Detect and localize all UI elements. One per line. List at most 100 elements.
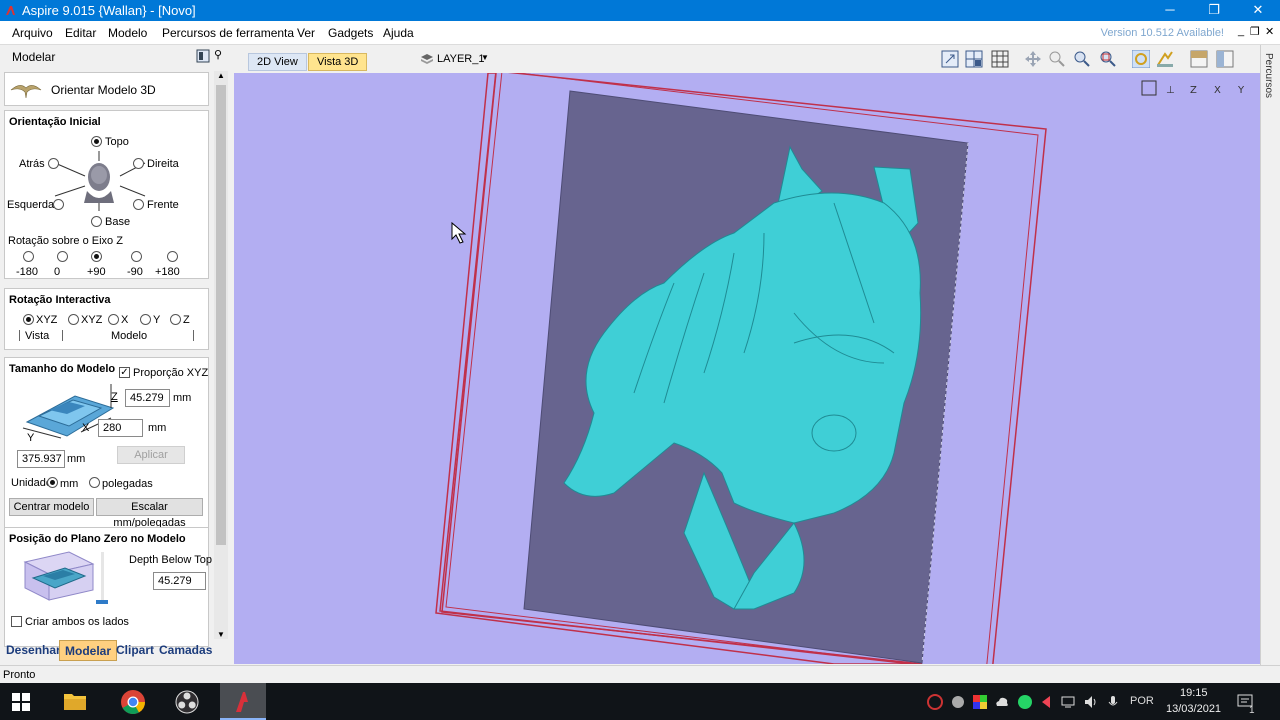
tab-modelar[interactable]: Modelar [59, 640, 118, 661]
version-available-link[interactable]: Version 10.512 Available! [1101, 27, 1224, 39]
unit-inch-radio[interactable] [89, 477, 100, 488]
irot-y-label: Y [153, 314, 161, 326]
apply-button[interactable]: Aplicar [117, 446, 185, 464]
chevron-down-icon[interactable]: ▼ [481, 53, 489, 62]
tab-clipart[interactable]: Clipart [111, 640, 159, 661]
x-size-input[interactable]: 280 [98, 419, 143, 437]
zoom-box-icon[interactable] [1073, 50, 1091, 68]
left-panel-scroll-thumb[interactable] [216, 85, 226, 545]
mdi-restore-button[interactable]: ❐ [1250, 25, 1260, 38]
group-separator [19, 330, 20, 341]
unit-mm-radio[interactable] [47, 477, 58, 488]
aspire-app-icon [6, 6, 15, 15]
both-sides-checkbox[interactable] [11, 616, 22, 627]
3d-viewport[interactable]: ⊥ Z X Y [234, 73, 1260, 664]
menu-modelo[interactable]: Modelo [108, 26, 147, 40]
panel-dock-icon[interactable] [196, 49, 210, 63]
menu-ajuda[interactable]: Ajuda [383, 26, 414, 40]
taskbar-file-explorer[interactable] [52, 683, 98, 720]
center-model-button[interactable]: Centrar modelo [9, 498, 94, 516]
tray-whatsapp-icon[interactable] [1017, 694, 1033, 710]
tab-2d-view[interactable]: 2D View [248, 53, 307, 71]
zoom-selected-icon[interactable] [1099, 50, 1117, 68]
zrot-plus180-radio[interactable] [167, 251, 178, 262]
interactive-rotation-box: Rotação Interactiva XYZ XYZ X Y Z Vista … [4, 288, 209, 350]
menu-percursos[interactable]: Percursos de ferramenta [162, 26, 294, 40]
zrot-0-radio[interactable] [57, 251, 68, 262]
volume-icon[interactable] [1083, 694, 1099, 710]
irot-z-label: Z [183, 314, 190, 326]
zrot-minus180-radio[interactable] [23, 251, 34, 262]
mdi-minimize-button[interactable]: _ [1238, 25, 1244, 37]
scroll-down-icon[interactable]: ▼ [217, 630, 225, 639]
menu-editar[interactable]: Editar [65, 26, 96, 40]
proportion-label: Proporção XYZ [133, 367, 209, 379]
toolpath-preview-icon[interactable] [1156, 50, 1174, 68]
taskbar-obs[interactable] [164, 683, 210, 720]
y-size-input[interactable]: 375.937 [17, 450, 65, 468]
panel-pin-icon[interactable]: ⚲ [214, 48, 222, 61]
tab-desenhar[interactable]: Desenhar [1, 640, 66, 661]
toolpaths-side-tab[interactable]: Percursos [1260, 45, 1280, 665]
zrot-minus90-radio[interactable] [131, 251, 142, 262]
depth-slider-handle[interactable] [96, 600, 108, 604]
irot-z-radio[interactable] [170, 314, 181, 325]
input-language[interactable]: POR [1130, 695, 1154, 707]
zoom-in-icon[interactable] [1048, 50, 1066, 68]
zrot-plus90-radio[interactable] [91, 251, 102, 262]
split-vertical-icon[interactable] [1216, 50, 1234, 68]
view-grid-icon[interactable] [965, 50, 983, 68]
mdi-close-button[interactable]: ✕ [1265, 25, 1274, 38]
orient-front-radio[interactable] [133, 199, 144, 210]
menu-gadgets[interactable]: Gadgets [328, 26, 373, 40]
menu-arquivo[interactable]: Arquivo [12, 26, 53, 40]
tray-cloud-icon[interactable] [994, 694, 1010, 710]
layer-dropdown[interactable]: LAYER_1 [437, 53, 485, 65]
irot-y-radio[interactable] [140, 314, 151, 325]
tab-3d-view[interactable]: Vista 3D [308, 53, 368, 71]
network-icon[interactable] [1060, 694, 1076, 710]
minimize-button[interactable]: ─ [1148, 0, 1192, 21]
grid-icon[interactable] [991, 50, 1009, 68]
scroll-up-icon[interactable]: ▲ [217, 71, 225, 80]
depth-label: Depth Below Top [129, 554, 212, 566]
orient-left-radio[interactable] [53, 199, 64, 210]
z-size-input[interactable]: 45.279 [125, 389, 170, 407]
pan-icon[interactable] [1024, 50, 1042, 68]
split-horizontal-icon[interactable] [1190, 50, 1208, 68]
proportion-checkbox[interactable]: ✓ [119, 367, 130, 378]
tab-camadas[interactable]: Camadas [154, 640, 217, 661]
tool-title: Orientar Modelo 3D [51, 83, 156, 97]
y-axis-label: Y [27, 432, 35, 444]
toolpaths-tab-label[interactable]: Percursos [1263, 53, 1274, 98]
microphone-icon[interactable] [1105, 694, 1121, 710]
taskbar-chrome[interactable] [110, 683, 156, 720]
rotate-view-icon[interactable] [1132, 50, 1150, 68]
depth-input[interactable]: 45.279 [153, 572, 206, 590]
irot-x-radio[interactable] [108, 314, 119, 325]
orient-back-radio[interactable] [48, 158, 59, 169]
tray-colorful-icon[interactable] [972, 694, 988, 710]
windows-start-icon[interactable] [12, 693, 30, 711]
orient-right-radio[interactable] [133, 158, 144, 169]
menu-bar: Arquivo Editar Modelo Percursos de ferra… [0, 21, 1280, 45]
menu-ver[interactable]: Ver [297, 26, 315, 40]
orient-base-radio[interactable] [91, 216, 102, 227]
close-button[interactable]: ✕ [1236, 0, 1280, 21]
orient-top-radio[interactable] [91, 136, 102, 147]
layer-icon [421, 54, 433, 64]
3d-scene[interactable]: ⊥ Z X Y [234, 73, 1260, 664]
tray-app-icon[interactable] [927, 694, 943, 710]
scale-units-button[interactable]: Escalar mm/polegadas [96, 498, 203, 529]
tray-circle-icon[interactable] [950, 694, 966, 710]
irot-xyz-view-radio[interactable] [23, 314, 34, 325]
taskbar-aspire[interactable] [220, 683, 266, 720]
irot-xyz-model-radio[interactable] [68, 314, 79, 325]
depth-slider-track[interactable] [101, 552, 104, 604]
zoom-extents-icon[interactable] [941, 50, 959, 68]
clock-time[interactable]: 19:15 [1180, 687, 1208, 699]
clock-date[interactable]: 13/03/2021 [1166, 703, 1221, 715]
left-panel-scrollbar[interactable]: ▲ ▼ [214, 71, 228, 639]
tray-arrow-icon[interactable] [1038, 694, 1054, 710]
maximize-button[interactable]: ❐ [1192, 0, 1236, 21]
